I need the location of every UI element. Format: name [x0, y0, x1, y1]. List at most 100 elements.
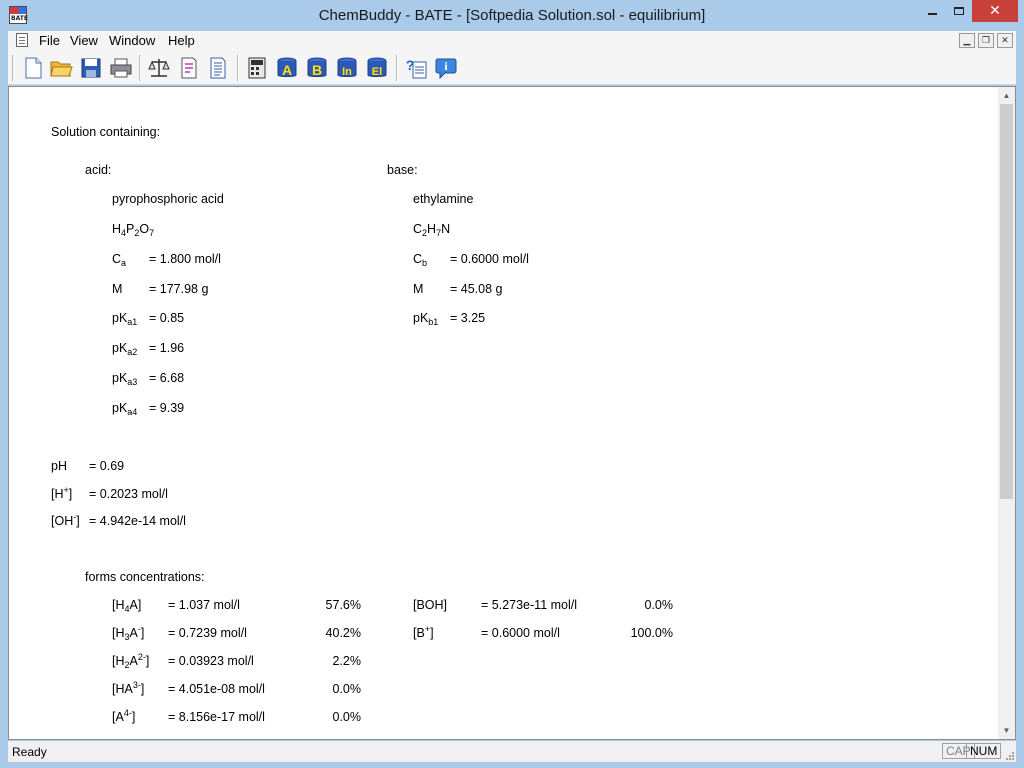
close-button[interactable]: ✕ [972, 0, 1018, 22]
report-button[interactable] [205, 55, 231, 81]
menu-view[interactable]: View [69, 33, 99, 48]
acid-pka1-value: = 0.85 [149, 311, 185, 325]
h-conc-value: = 0.2023 mol/l [89, 487, 168, 501]
indicator-db-icon: In [337, 57, 357, 78]
forms-heading: forms concentrations: [85, 570, 205, 584]
status-bar: Ready CAP NUM [8, 741, 1016, 762]
acid-form-a-label: [A4-] [112, 708, 136, 725]
title-bar[interactable]: BATE ChemBuddy - BATE - [Softpedia Solut… [0, 0, 1024, 31]
svg-text:A: A [282, 62, 292, 78]
acid-pka4-label: pKa4 [112, 401, 138, 417]
acid-form-h4a-label: [H4A] [112, 598, 142, 614]
acid-label: acid: [85, 163, 112, 177]
save-icon [81, 58, 101, 78]
svg-text:?: ? [406, 57, 415, 73]
balance-button[interactable] [146, 55, 172, 81]
element-db-button[interactable]: El [364, 55, 390, 81]
solution-heading: Solution containing: [51, 125, 161, 139]
doc-properties-icon [181, 57, 197, 79]
acid-form-h3a-value: = 0.7239 mol/l [168, 626, 247, 640]
acid-form-h2a-label: [H2A2-] [112, 652, 150, 670]
base-concentration-label: Cb [413, 252, 428, 268]
acid-pka4-value: = 9.39 [149, 401, 185, 415]
base-form-boh-label: [BOH] [413, 598, 448, 612]
vertical-scrollbar[interactable]: ▲ ▼ [998, 87, 1015, 739]
svg-text:In: In [342, 66, 352, 78]
open-icon [50, 61, 73, 77]
doc-minimize-button[interactable]: ▁ [959, 33, 975, 48]
minimize-button[interactable] [919, 0, 945, 22]
scroll-thumb[interactable] [1000, 104, 1013, 499]
base-form-boh-value: = 5.273e-11 mol/l [481, 598, 578, 612]
menu-file[interactable]: File [38, 33, 61, 48]
maximize-button[interactable] [945, 0, 972, 22]
acid-form-ha-value: = 4.051e-08 mol/l [168, 682, 265, 696]
size-grip-icon[interactable] [1003, 749, 1015, 761]
base-formula: C2H7N [413, 222, 451, 238]
base-pkb1-value: = 3.25 [450, 311, 486, 325]
new-icon [25, 57, 42, 79]
menu-window[interactable]: Window [108, 33, 156, 48]
acid-concentration-value: = 1.800 mol/l [149, 252, 221, 266]
acid-form-h2a-value: = 0.03923 mol/l [168, 654, 254, 668]
window-title: ChemBuddy - BATE - [Softpedia Solution.s… [318, 7, 706, 24]
calculator-icon [248, 57, 266, 79]
base-concentration-value: = 0.6000 mol/l [450, 252, 529, 266]
doc-restore-button[interactable]: ❐ [978, 33, 994, 48]
toolbar-grip[interactable] [12, 55, 15, 81]
acid-form-h2a-percent: 2.2% [332, 654, 362, 668]
acid-pka1-label: pKa1 [112, 311, 138, 327]
doc-properties-button[interactable] [176, 55, 202, 81]
base-molar-mass-label: M [413, 282, 424, 296]
toolbar-separator [139, 55, 141, 81]
doc-close-icon: ✕ [1001, 35, 1009, 46]
doc-close-button[interactable]: ✕ [997, 33, 1013, 48]
acid-db-button[interactable]: A [274, 55, 300, 81]
save-button[interactable] [78, 55, 104, 81]
ph-label: pH [51, 459, 67, 473]
open-button[interactable] [48, 55, 74, 81]
base-form-b-percent: 100.0% [630, 626, 673, 640]
calculator-button[interactable] [244, 55, 270, 81]
acid-concentration-label: Ca [112, 252, 127, 268]
doc-minimize-icon: ▁ [963, 35, 971, 46]
acid-form-h3a-percent: 40.2% [325, 626, 361, 640]
menu-help[interactable]: Help [167, 33, 196, 48]
base-db-button[interactable]: B [304, 55, 330, 81]
base-name: ethylamine [413, 192, 474, 206]
base-form-b-value: = 0.6000 mol/l [481, 626, 560, 640]
main-window: BATE ChemBuddy - BATE - [Softpedia Solut… [0, 0, 1024, 768]
document-system-menu-icon[interactable] [16, 33, 28, 47]
acid-pka2-value: = 1.96 [149, 341, 185, 355]
help-context-button[interactable]: ? [403, 55, 429, 81]
doc-restore-icon: ❐ [981, 35, 991, 46]
acid-form-a-percent: 0.0% [332, 710, 362, 724]
num-lock-indicator: NUM [966, 743, 1002, 759]
svg-text:B: B [312, 62, 322, 78]
acid-pka3-label: pKa3 [112, 371, 138, 387]
toolbar-separator [237, 55, 239, 81]
acid-form-ha-label: [HA3-] [112, 680, 145, 697]
ph-value: = 0.69 [89, 459, 125, 473]
acid-form-h4a-percent: 57.6% [325, 598, 361, 612]
balance-icon [148, 59, 170, 77]
print-button[interactable] [108, 55, 134, 81]
oh-conc-label: [OH-] [51, 512, 80, 529]
about-icon: i [435, 58, 457, 80]
scroll-down-icon[interactable]: ▼ [998, 722, 1015, 739]
new-button[interactable] [20, 55, 46, 81]
acid-molar-mass-label: M [112, 282, 123, 296]
acid-molar-mass-value: = 177.98 g [149, 282, 209, 296]
about-button[interactable]: i [433, 55, 459, 81]
base-molar-mass-value: = 45.08 g [450, 282, 503, 296]
document-view: Solution containing: acid: pyrophosphori… [8, 86, 1016, 740]
acid-formula: H4P2O7 [112, 222, 155, 238]
acid-db-icon: A [277, 57, 297, 78]
svg-text:El: El [372, 66, 382, 78]
scroll-up-icon[interactable]: ▲ [998, 87, 1015, 104]
acid-form-ha-percent: 0.0% [332, 682, 362, 696]
help-context-icon: ? [406, 57, 427, 79]
indicator-db-button[interactable]: In [334, 55, 360, 81]
menu-bar: File View Window Help ▁ ❐ ✕ [8, 31, 1016, 51]
toolbar-separator [396, 55, 398, 81]
